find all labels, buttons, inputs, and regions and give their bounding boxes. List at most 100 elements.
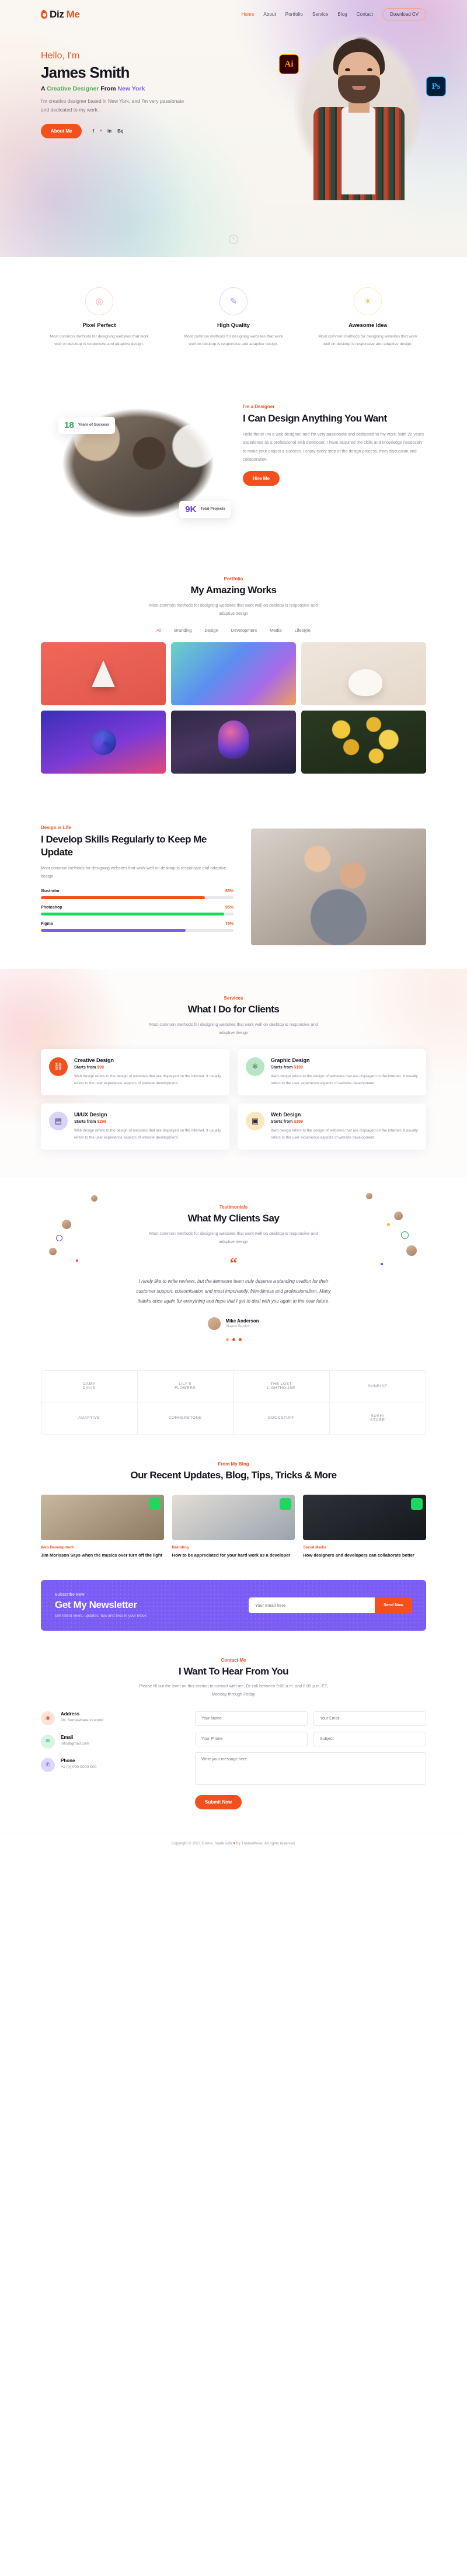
location-pin-icon: ◉: [41, 1711, 55, 1725]
about-section: 18 Years of Success 9K Total Projects I'…: [41, 368, 426, 549]
service-title: Creative Design: [74, 1057, 114, 1064]
nav-item-portfolio[interactable]: Portfolio: [285, 12, 303, 17]
blog-post-card[interactable]: Branding How to be appreciated for your …: [172, 1494, 295, 1559]
hero-greeting: Hello, I'm: [41, 51, 80, 61]
newsletter-form: Send Now: [249, 1597, 412, 1613]
blog-eyebrow: From My Blog: [218, 1461, 249, 1467]
about-me-button[interactable]: About Me: [41, 123, 82, 138]
hero-section: Diz Me Home About Portfolio Service Blog …: [0, 0, 467, 257]
newsletter-email-input[interactable]: [249, 1597, 375, 1613]
info-value: +1 (0) 000 0000 000: [61, 1764, 97, 1769]
price-prefix: Starts from: [74, 1066, 97, 1070]
linkedin-icon[interactable]: in: [107, 128, 111, 134]
nav-item-blog[interactable]: Blog: [337, 12, 347, 17]
brand-logo[interactable]: CORNERSTONE: [138, 1402, 234, 1434]
filter-development[interactable]: Development: [231, 628, 257, 633]
name-field[interactable]: [195, 1711, 308, 1726]
blog-title: Our Recent Updates, Blog, Tips, Tricks &…: [130, 1469, 337, 1481]
brand-logo[interactable]: THE LOST LIGHTHOUSE: [234, 1370, 330, 1402]
info-label: Address: [61, 1711, 80, 1717]
contact-body: ◉ Address 20, Somewhere in world ✉ Email…: [41, 1711, 426, 1833]
newsletter-container: Subscribe Now Get My Newsletter Get late…: [41, 1579, 426, 1631]
hero-social-links: f ᵛ in Bę: [92, 128, 123, 134]
subject-field[interactable]: [313, 1731, 426, 1746]
portfolio-tile[interactable]: [301, 642, 426, 706]
message-field[interactable]: [195, 1752, 426, 1785]
testimonials-subtitle: Most common methods for designing websit…: [149, 1231, 318, 1244]
services-subtitle: Most common methods for designing websit…: [149, 1021, 318, 1035]
scroll-down-icon[interactable]: °: [229, 235, 238, 244]
features-container: ◎ Pixel Perfect Most common methods for …: [41, 257, 426, 368]
portfolio-tile[interactable]: [41, 642, 166, 706]
about-title: I Can Design Anything You Want: [243, 413, 387, 424]
service-title: UI/UX Design: [74, 1112, 107, 1118]
blog-post-card[interactable]: Web Development Jim Morisson Says when t…: [41, 1494, 164, 1559]
portfolio-tile[interactable]: [41, 711, 166, 774]
services-container: Services What I Do for Clients Most comm…: [41, 969, 426, 1150]
skill-track: [41, 928, 234, 932]
nav-item-service[interactable]: Service: [312, 12, 328, 17]
testimonials-section: Testimonials What My Clients Say Most co…: [41, 1178, 426, 1364]
nav-item-about[interactable]: About: [263, 12, 276, 17]
brand-logo[interactable]: ADAPTIVE: [41, 1402, 138, 1434]
hire-me-button[interactable]: Hire Me: [243, 471, 280, 486]
filter-branding[interactable]: Branding: [174, 628, 191, 633]
filter-all[interactable]: All: [156, 628, 161, 633]
filter-design[interactable]: Design: [204, 628, 218, 633]
copyright-prefix: Copyright © 2021 Dizme. made with: [171, 1841, 234, 1846]
brand-logo[interactable]: SUNRISE: [329, 1371, 426, 1402]
brand-logo[interactable]: SUSHI STORE: [330, 1402, 426, 1434]
brand-logo[interactable]: LILY'S FLOWERS: [137, 1370, 234, 1402]
post-title: Jim Morisson Says when the musics over t…: [41, 1552, 162, 1558]
service-card[interactable]: ⛓ Creative Design Starts from $99 Web de…: [41, 1049, 229, 1096]
portfolio-header: Portfolio My Amazing Works Most common m…: [41, 549, 426, 617]
behance-icon[interactable]: Bę: [117, 128, 123, 134]
stat-years-success: 18 Years of Success: [58, 417, 116, 434]
about-text: I'm a Designer I Can Design Anything You…: [243, 396, 426, 486]
email-field[interactable]: [313, 1711, 426, 1726]
post-badge: [148, 1498, 161, 1510]
nav-item-contact[interactable]: Contact: [357, 12, 373, 17]
site-logo[interactable]: Diz Me: [40, 9, 80, 20]
info-value: info@gmail.com: [61, 1741, 89, 1746]
newsletter-send-button[interactable]: Send Now: [375, 1597, 412, 1613]
brand-logo[interactable]: GOODSTUFF: [234, 1402, 330, 1434]
feature-card: ◎ Pixel Perfect Most common methods for …: [41, 287, 158, 348]
service-description: Web design refers to the design of websi…: [271, 1074, 418, 1086]
portfolio-tile[interactable]: [171, 642, 296, 706]
quote-icon: “: [229, 1255, 238, 1272]
contact-info-address: ◉ Address 20, Somewhere in world: [41, 1711, 175, 1725]
hero-city: New York: [117, 85, 145, 93]
post-thumbnail: [41, 1494, 164, 1540]
submit-button[interactable]: Submit Now: [195, 1794, 242, 1809]
form-row: [195, 1731, 426, 1746]
avatar: [406, 1245, 417, 1256]
stat-label: Years of Success: [78, 423, 110, 427]
filter-media[interactable]: Media: [270, 628, 281, 633]
services-grid: ⛓ Creative Design Starts from $99 Web de…: [41, 1049, 426, 1150]
carousel-dot[interactable]: [232, 1338, 235, 1341]
portfolio-tile[interactable]: [301, 711, 426, 774]
contact-subtitle: Please fill out the form on this section…: [139, 1683, 328, 1697]
service-card[interactable]: ⚛ Graphic Design Starts from $199 Web de…: [238, 1049, 426, 1096]
phone-field[interactable]: [195, 1731, 308, 1746]
service-card[interactable]: ▤ UI/UX Design Starts from $299 Web desi…: [41, 1103, 229, 1150]
carousel-dot-active[interactable]: [225, 1338, 229, 1341]
skill-name: Figma: [41, 921, 53, 926]
skills-photo: [251, 829, 426, 946]
carousel-dot[interactable]: [238, 1338, 242, 1341]
facebook-icon[interactable]: f: [92, 128, 94, 134]
service-card[interactable]: ▣ Web Design Starts from $399 Web design…: [238, 1103, 426, 1150]
blog-post-card[interactable]: Social Media How designers and developer…: [303, 1494, 426, 1559]
brand-logo[interactable]: CAMP DAVID: [41, 1370, 138, 1402]
portfolio-tile[interactable]: [171, 711, 296, 774]
portrait-tee: [341, 107, 375, 194]
newsletter-eyebrow: Subscribe Now: [55, 1592, 85, 1597]
skill-track: [41, 912, 234, 915]
main-nav: Home About Portfolio Service Blog Contac…: [242, 8, 426, 20]
download-cv-button[interactable]: Download CV: [382, 8, 426, 20]
nav-item-home[interactable]: Home: [242, 12, 255, 17]
price-amount: $99: [97, 1066, 104, 1070]
twitter-icon[interactable]: ᵛ: [100, 128, 102, 134]
filter-lifestyle[interactable]: Lifestyle: [294, 628, 311, 633]
